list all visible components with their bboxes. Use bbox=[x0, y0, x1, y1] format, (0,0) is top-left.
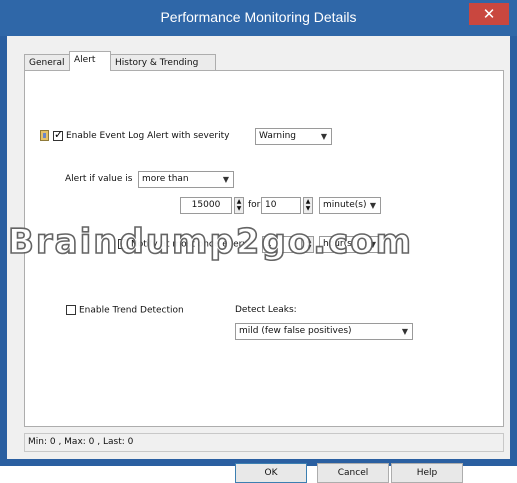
for-label: for bbox=[248, 200, 261, 210]
tab-general[interactable]: General bbox=[24, 54, 70, 70]
duration-unit-value: minute(s) bbox=[323, 200, 367, 210]
threshold-input[interactable]: 15000 bbox=[180, 197, 232, 214]
alert-if-label: Alert if value is bbox=[65, 174, 133, 184]
comparator-value: more than bbox=[142, 174, 189, 184]
event-log-checkbox[interactable] bbox=[53, 128, 63, 141]
trend-label: Enable Trend Detection bbox=[79, 305, 184, 316]
help-button[interactable]: Help bbox=[391, 463, 463, 483]
severity-value: Warning bbox=[259, 131, 297, 141]
close-icon: ✕ bbox=[482, 5, 496, 23]
tab-history-trending[interactable]: History & Trending bbox=[110, 54, 216, 70]
tab-alert[interactable]: Alert bbox=[69, 51, 111, 71]
title-bar[interactable]: Performance Monitoring Details ✕ bbox=[0, 0, 517, 36]
detect-leaks-label: Detect Leaks: bbox=[235, 305, 297, 315]
close-button[interactable]: ✕ bbox=[469, 3, 509, 25]
watermark-text: Braindump2go.com bbox=[7, 221, 414, 263]
detect-leaks-value: mild (few false positives) bbox=[239, 326, 352, 336]
duration-spinner[interactable]: ▲ ▼ bbox=[303, 197, 313, 214]
dialog-window: Performance Monitoring Details ✕ General… bbox=[0, 0, 517, 483]
chevron-down-icon: ▼ bbox=[222, 175, 229, 184]
cancel-button[interactable]: Cancel bbox=[317, 463, 389, 483]
severity-select[interactable]: Warning ▼ bbox=[255, 128, 332, 145]
comparator-select[interactable]: more than ▼ bbox=[138, 171, 234, 188]
event-log-row: Enable Event Log Alert with severity bbox=[40, 128, 230, 141]
threshold-spinner[interactable]: ▲ ▼ bbox=[234, 197, 244, 214]
chevron-down-icon: ▼ bbox=[401, 327, 408, 336]
duration-unit-select[interactable]: minute(s) ▼ bbox=[319, 197, 381, 214]
window-title: Performance Monitoring Details bbox=[160, 9, 357, 25]
ok-button[interactable]: OK bbox=[235, 463, 307, 483]
duration-input[interactable]: 10 bbox=[261, 197, 301, 214]
event-log-icon bbox=[40, 130, 49, 141]
event-log-label: Enable Event Log Alert with severity bbox=[66, 131, 230, 141]
chevron-down-icon: ▼ bbox=[369, 201, 376, 210]
trend-row: Enable Trend Detection bbox=[66, 305, 184, 316]
chevron-down-icon: ▼ bbox=[320, 132, 327, 141]
status-bar: Min: 0 , Max: 0 , Last: 0 bbox=[24, 433, 504, 452]
detect-leaks-select[interactable]: mild (few false positives) ▼ bbox=[235, 323, 413, 340]
trend-checkbox[interactable] bbox=[66, 305, 76, 315]
